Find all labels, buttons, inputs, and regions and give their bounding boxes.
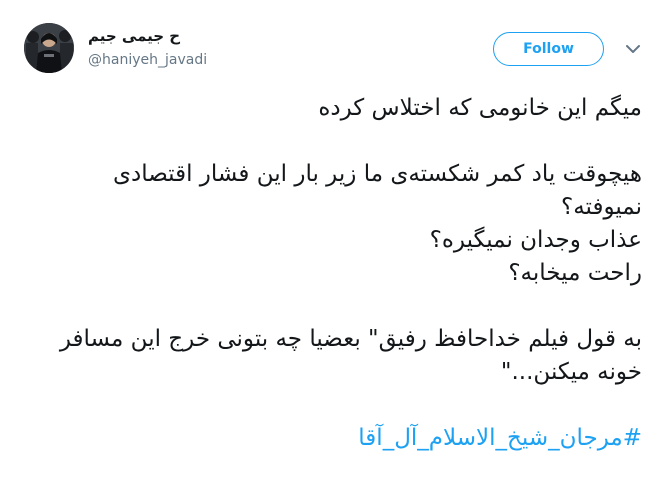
tweet-paragraph: میگم این خانومی که اختلاس کرده [42, 92, 642, 125]
tweet-line: میگم این خانومی که اختلاس کرده [318, 95, 642, 121]
tweet-paragraph: به قول فیلم خداحافظ رفیق" بعضیا چه بتونی… [42, 323, 642, 389]
chevron-down-icon[interactable] [624, 41, 642, 55]
display-name[interactable]: ح جیمی جیم [88, 26, 368, 46]
avatar[interactable] [24, 23, 74, 73]
tweet-line: هیچوقت یاد کمر شکسته‌ی ما زیر بار این فش… [112, 161, 642, 220]
tweet-line: عذاب وجدان نمیگیره؟ [429, 227, 642, 253]
tweet-paragraph: هیچوقت یاد کمر شکسته‌ی ما زیر بار این فش… [42, 158, 642, 290]
user-info: ح جیمی جیم @haniyeh_javadi [88, 26, 368, 70]
tweet-paragraph: #مرجان_شیخ_الاسلام_آل_آقا [42, 422, 642, 455]
tweet-card: ح جیمی جیم @haniyeh_javadi Follow میگم ا… [0, 0, 672, 480]
tweet-line: راحت میخابه؟ [508, 260, 642, 286]
hashtag-link[interactable]: #مرجان_شیخ_الاسلام_آل_آقا [358, 425, 642, 451]
follow-button[interactable]: Follow [493, 32, 604, 66]
tweet-line: به قول فیلم خداحافظ رفیق" بعضیا چه بتونی… [59, 326, 642, 385]
user-handle[interactable]: @haniyeh_javadi [88, 50, 368, 70]
tweet-text: میگم این خانومی که اختلاس کرده هیچوقت یا… [42, 92, 642, 455]
